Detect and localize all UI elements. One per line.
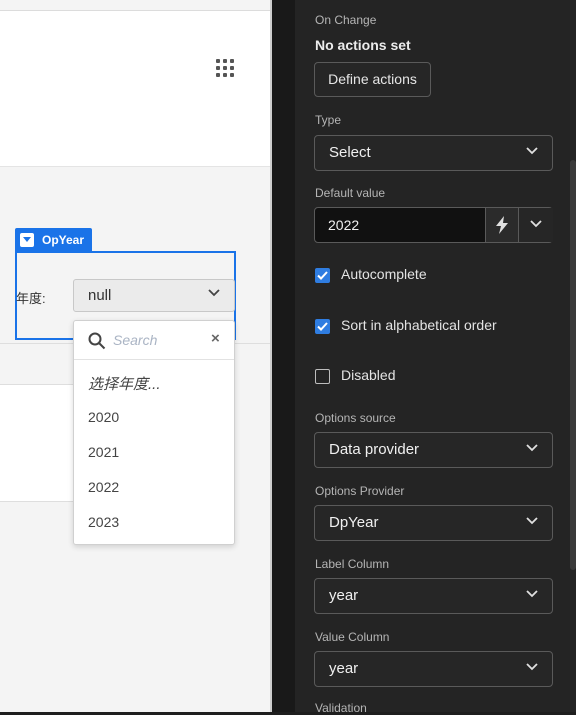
table-row [0,384,80,444]
options-provider-select[interactable]: DpYear [314,505,553,541]
default-value: 2022 [328,217,360,233]
label-column-value: year [329,587,359,604]
dropdown-option[interactable]: 2023 [88,514,119,530]
component-tag[interactable]: OpYear [15,228,93,251]
disabled-label: Disabled [341,367,396,383]
validation-label: Validation [315,701,367,715]
canvas-header-card [0,10,271,167]
select-value: null [88,287,112,304]
sort-alphabetical-label: Sort in alphabetical order [341,317,497,333]
dynamic-value-button[interactable] [485,208,519,242]
check-icon [317,322,328,331]
chevron-down-icon [526,444,538,452]
dropdown-search[interactable]: Search × [74,321,234,360]
autocomplete-label: Autocomplete [341,266,427,282]
chevron-down-icon [526,517,538,525]
dropdown-option[interactable]: 选择年度... [88,373,161,394]
default-value-input[interactable]: 2022 [314,207,553,243]
chevron-down-icon [208,289,220,297]
design-canvas[interactable]: OpYear 年度: null Search × 选择年度... 2020 20… [0,0,272,712]
search-icon [88,332,106,350]
lightning-icon [496,216,508,234]
chevron-down-icon [526,147,538,155]
value-column-value: year [329,660,359,677]
label-column-label: Label Column [315,557,390,571]
label-column-select[interactable]: year [314,578,553,614]
autocomplete-checkbox[interactable] [315,268,330,283]
chevron-down-icon [526,590,538,598]
check-icon [317,271,328,280]
options-dropdown: Search × 选择年度... 2020 2021 2022 2023 [73,320,235,545]
options-source-select[interactable]: Data provider [314,432,553,468]
close-icon[interactable]: × [211,330,220,347]
value-column-label: Value Column [315,630,390,644]
sort-alphabetical-checkbox[interactable] [315,319,330,334]
grid-dots-icon[interactable] [216,59,235,78]
default-value-label: Default value [315,186,386,200]
options-provider-label: Options Provider [315,484,405,498]
chevron-down-icon [530,220,542,228]
component-name: OpYear [42,232,85,247]
value-column-select[interactable]: year [314,651,553,687]
options-source-label: Options source [315,411,396,425]
options-source-value: Data provider [329,441,420,458]
default-value-dropdown-button[interactable] [518,208,553,242]
disabled-checkbox[interactable] [315,369,330,384]
dropdown-option[interactable]: 2020 [88,409,119,425]
on-change-status: No actions set [315,37,411,53]
scrollbar[interactable] [570,160,576,570]
type-select[interactable]: Select [314,135,553,171]
panel-gutter [272,0,295,712]
type-label: Type [315,113,342,127]
dropdown-option[interactable]: 2021 [88,444,119,460]
dropdown-option[interactable]: 2022 [88,479,119,495]
field-label: 年度: [16,291,46,306]
chevron-down-icon [526,663,538,671]
options-provider-value: DpYear [329,514,379,531]
search-placeholder: Search [113,332,158,348]
year-select[interactable]: null [73,279,235,312]
type-value: Select [329,144,371,161]
define-actions-button[interactable]: Define actions [314,62,431,97]
table-row [0,443,80,502]
on-change-label: On Change [315,13,377,27]
chevron-down-icon [20,232,34,247]
